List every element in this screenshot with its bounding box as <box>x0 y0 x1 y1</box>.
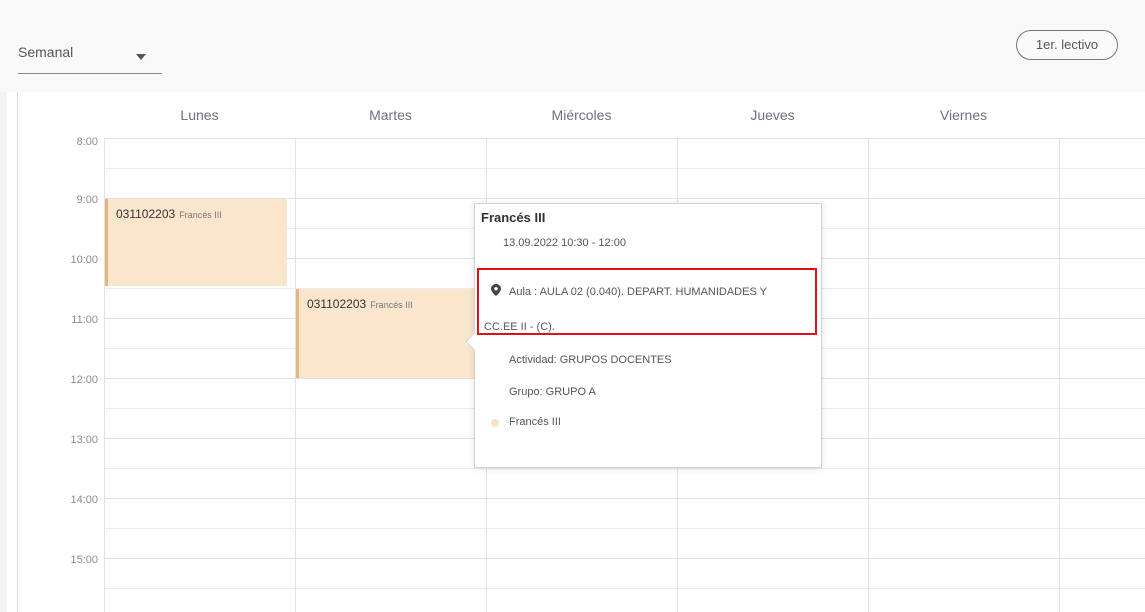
event-code: 031102203 <box>116 207 176 221</box>
grid-line <box>104 138 1145 139</box>
subject-color-dot <box>491 419 499 427</box>
day-header-miercoles: Miércoles <box>551 107 612 123</box>
period-button[interactable]: 1er. lectivo <box>1016 30 1118 60</box>
grid-line <box>104 528 1145 529</box>
grid-line <box>104 588 1145 589</box>
map-pin-icon <box>491 284 501 296</box>
chevron-down-icon <box>136 54 146 60</box>
grid-line <box>104 558 1145 559</box>
calendar-event[interactable]: 031102203 Francés III <box>296 289 478 378</box>
grid-line <box>104 468 1145 469</box>
time-label: 9:00 <box>76 194 98 206</box>
popup-title: Francés III <box>481 210 546 225</box>
left-edge <box>0 92 7 612</box>
time-label: 8:00 <box>76 136 98 148</box>
grid-line <box>1059 138 1060 612</box>
day-header-sabado: Sá <box>1059 92 1145 138</box>
calendar-event[interactable]: 031102203 Francés III <box>105 199 287 286</box>
location-text-continued: CC.EE II - (C). <box>484 321 555 333</box>
grid-line <box>104 498 1145 499</box>
time-label: 11:00 <box>71 314 98 326</box>
day-header-jueves: Jueves <box>750 107 795 123</box>
time-label: 10:00 <box>70 254 98 266</box>
activity-text: Actividad: GRUPOS DOCENTES <box>509 354 672 366</box>
event-detail-popup: Francés III 13.09.2022 10:30 - 12:00 Aul… <box>465 203 822 468</box>
event-name: Francés III <box>370 300 413 310</box>
time-label: 15:00 <box>70 554 98 566</box>
time-label: 13:00 <box>70 434 98 446</box>
event-name: Francés III <box>179 210 222 220</box>
day-header-viernes: Viernes <box>939 107 988 123</box>
time-label: 12:00 <box>70 374 98 386</box>
grid-line <box>868 138 869 612</box>
grid-line <box>104 168 1145 169</box>
subject-text: Francés III <box>509 416 561 428</box>
location-text: Aula : AULA 02 (0.040). DEPART. HUMANIDA… <box>509 286 767 298</box>
calendar-toolbar: Semanal 1er. lectivo <box>0 0 1145 92</box>
event-code: 031102203 <box>307 297 367 311</box>
day-header-lunes: Lunes <box>180 107 219 123</box>
view-mode-select[interactable]: Semanal <box>18 40 162 74</box>
day-header-martes: Martes <box>369 107 412 123</box>
time-label: 14:00 <box>70 494 98 506</box>
group-text: Grupo: GRUPO A <box>509 386 596 398</box>
view-mode-value: Semanal <box>18 44 74 60</box>
event-datetime: 13.09.2022 10:30 - 12:00 <box>503 237 626 249</box>
